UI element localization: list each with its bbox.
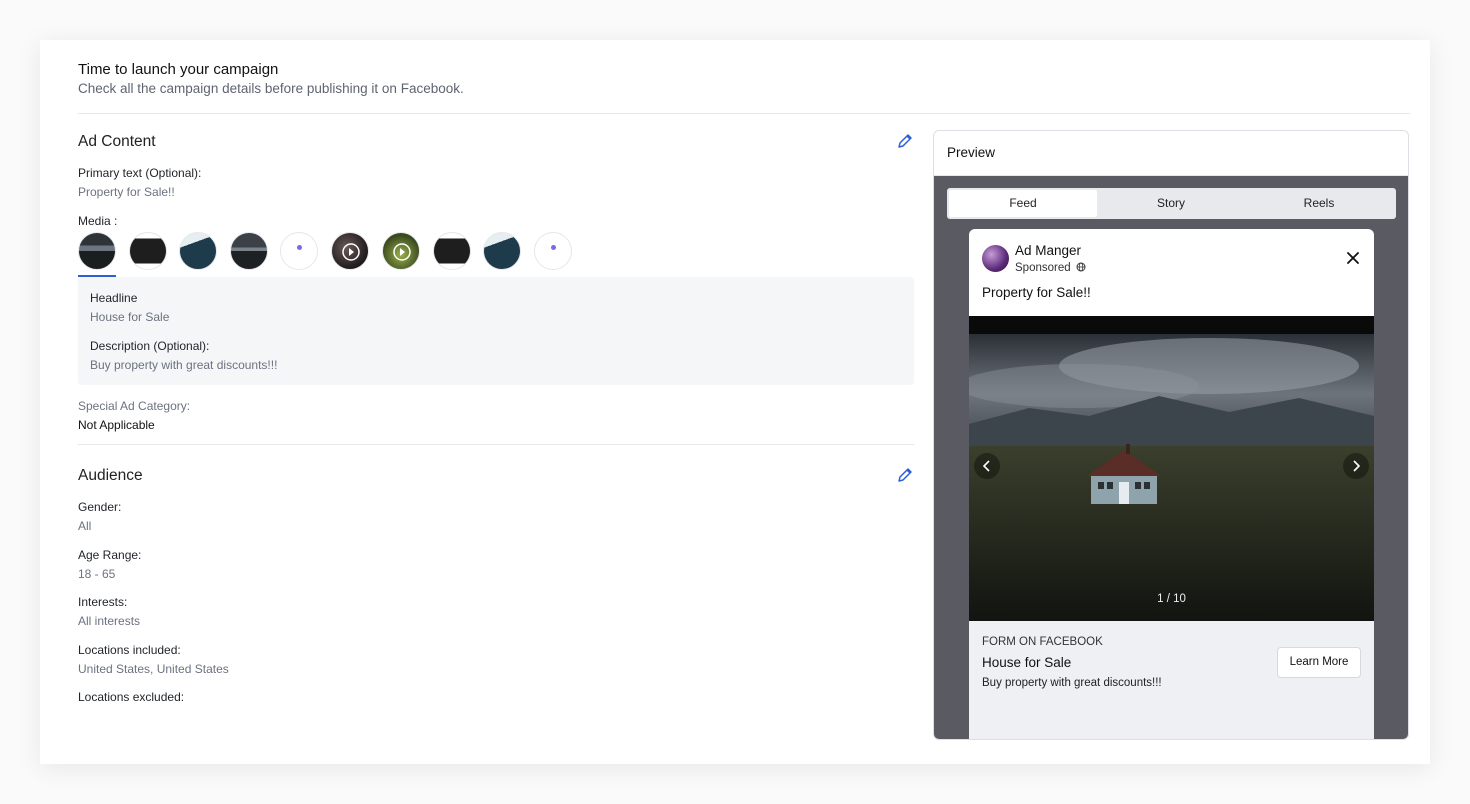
headline-value: House for Sale xyxy=(90,310,170,324)
description-value: Buy property with great discounts!!! xyxy=(90,358,278,372)
post-text: Property for Sale!! xyxy=(982,285,1091,300)
locations-excluded-label: Locations excluded: xyxy=(78,690,185,704)
media-thumb-image[interactable] xyxy=(280,232,318,270)
sponsored-label: Sponsored xyxy=(1015,262,1086,274)
interests-label: Interests: xyxy=(78,595,128,609)
media-thumb-video[interactable] xyxy=(382,232,420,270)
house-landscape-image xyxy=(969,316,1374,621)
globe-icon xyxy=(1076,262,1086,272)
preview-panel: Preview Feed Story Reels Ad Manger Spons… xyxy=(933,130,1409,740)
learn-more-button[interactable]: Learn More xyxy=(1277,647,1361,678)
carousel-prev-button[interactable] xyxy=(974,453,1000,479)
age-range-value: 18 - 65 xyxy=(78,567,116,581)
interests-value: All interests xyxy=(78,614,141,628)
play-icon xyxy=(393,243,411,261)
cta-caption: FORM ON FACEBOOK xyxy=(982,636,1103,648)
media-thumb-video[interactable] xyxy=(331,232,369,270)
media-thumb-image[interactable] xyxy=(483,232,521,270)
page-title: Time to launch your campaign xyxy=(78,61,279,78)
media-thumb-image[interactable] xyxy=(534,232,572,270)
media-label: Media : xyxy=(78,214,118,228)
section-divider xyxy=(78,444,914,445)
edit-audience-pencil-icon[interactable] xyxy=(896,466,914,484)
primary-text-value: Property for Sale!! xyxy=(78,185,175,199)
primary-text-label: Primary text (Optional): xyxy=(78,166,202,180)
special-category-label: Special Ad Category: xyxy=(78,399,191,413)
campaign-review-card: Time to launch your campaign Check all t… xyxy=(40,40,1430,764)
cta-headline: House for Sale xyxy=(982,655,1072,670)
headline-label: Headline xyxy=(90,291,138,305)
media-thumb-image[interactable] xyxy=(78,232,116,270)
ad-content-title: Ad Content xyxy=(78,133,156,150)
carousel-next-button[interactable] xyxy=(1343,453,1369,479)
campaign-details: Ad Content Primary text (Optional): Prop… xyxy=(78,114,914,704)
media-details-panel: Headline House for Sale Description (Opt… xyxy=(78,277,914,385)
edit-ad-content-pencil-icon[interactable] xyxy=(896,132,914,150)
carousel-counter: 1 / 10 xyxy=(1157,593,1186,605)
facebook-post-preview: Ad Manger Sponsored Property for Sale!! xyxy=(969,229,1374,739)
audience-title: Audience xyxy=(78,467,143,484)
cta-description: Buy property with great discounts!!! xyxy=(982,677,1162,689)
cta-section: FORM ON FACEBOOK House for Sale Buy prop… xyxy=(969,621,1374,739)
tab-reels[interactable]: Reels xyxy=(1245,190,1393,217)
page-subtitle: Check all the campaign details before pu… xyxy=(78,81,464,96)
account-name: Ad Manger xyxy=(1015,243,1082,258)
carousel-image: 1 / 10 xyxy=(969,316,1374,621)
locations-included-value: United States, United States xyxy=(78,662,229,676)
media-thumb-image[interactable] xyxy=(179,232,217,270)
gender-label: Gender: xyxy=(78,500,122,514)
media-thumb-image[interactable] xyxy=(433,232,471,270)
media-thumb-image[interactable] xyxy=(230,232,268,270)
preview-header: Preview xyxy=(934,131,1408,176)
media-thumbnails xyxy=(78,232,598,272)
tab-story[interactable]: Story xyxy=(1097,190,1245,217)
preview-title: Preview xyxy=(947,145,996,160)
age-range-label: Age Range: xyxy=(78,548,142,562)
description-label: Description (Optional): xyxy=(90,339,210,353)
media-thumb-image[interactable] xyxy=(129,232,167,270)
chevron-right-icon xyxy=(1353,460,1361,472)
close-icon[interactable] xyxy=(1346,251,1360,265)
locations-included-label: Locations included: xyxy=(78,643,181,657)
chevron-left-icon xyxy=(982,460,990,472)
placement-tabs: Feed Story Reels xyxy=(947,188,1396,219)
preview-body: Feed Story Reels Ad Manger Sponsored Pro… xyxy=(934,176,1408,739)
gender-value: All xyxy=(78,519,92,533)
tab-feed[interactable]: Feed xyxy=(949,190,1097,217)
avatar xyxy=(982,245,1009,272)
play-icon xyxy=(342,243,360,261)
sponsored-text: Sponsored xyxy=(1015,262,1071,274)
special-category-value: Not Applicable xyxy=(78,418,155,432)
